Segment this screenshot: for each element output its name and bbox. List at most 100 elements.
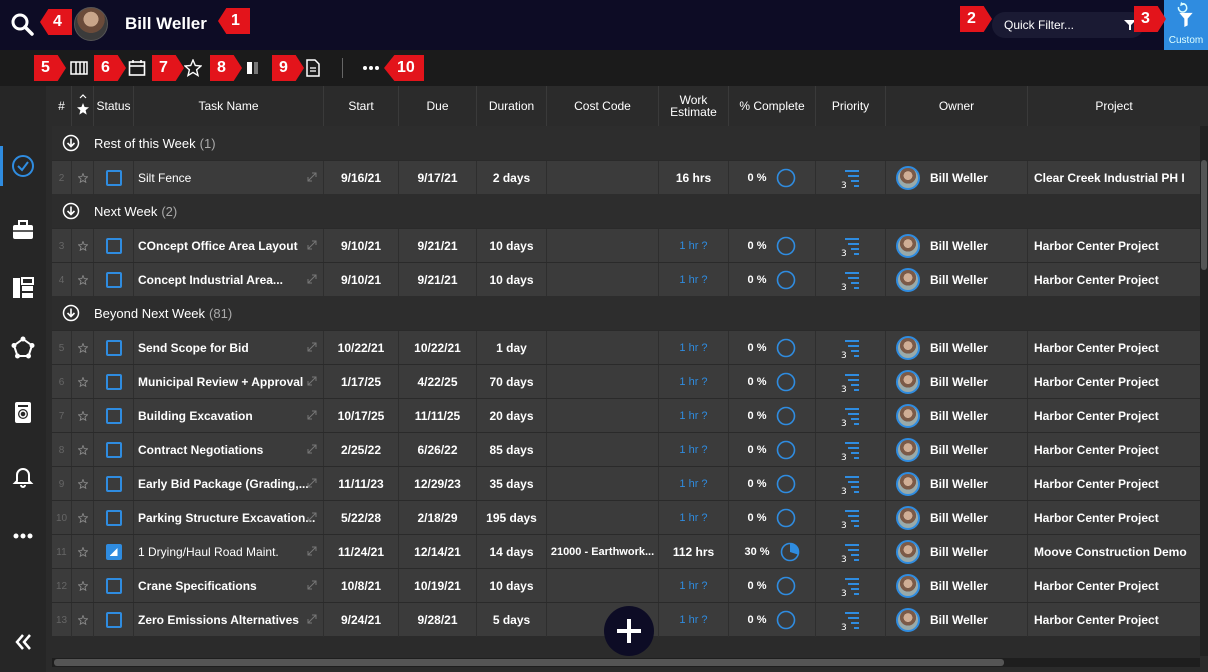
status-checkbox-cell[interactable] bbox=[94, 603, 134, 637]
group-header[interactable]: Rest of this Week (1) bbox=[52, 126, 1200, 160]
task-name-cell[interactable]: Concept Industrial Area... bbox=[134, 263, 324, 297]
star-icon[interactable] bbox=[77, 411, 88, 421]
task-name[interactable]: Crane Specifications bbox=[138, 579, 257, 593]
work-estimate[interactable]: 1 hr ? bbox=[659, 365, 729, 399]
star-icon[interactable] bbox=[184, 59, 202, 77]
work-estimate[interactable]: 1 hr ? bbox=[659, 467, 729, 501]
expand-icon[interactable] bbox=[307, 342, 317, 352]
task-name-cell[interactable]: Send Scope for Bid bbox=[134, 331, 324, 365]
row-star[interactable] bbox=[72, 535, 94, 569]
duration[interactable]: 20 days bbox=[477, 399, 547, 433]
group-header[interactable]: Beyond Next Week (81) bbox=[52, 296, 1200, 330]
rail-item-tasks[interactable] bbox=[0, 146, 46, 186]
calendar-icon[interactable] bbox=[128, 59, 146, 77]
pct-complete-cell[interactable]: 0 % bbox=[729, 229, 816, 263]
task-name[interactable]: Parking Structure Excavation... bbox=[138, 511, 315, 525]
cost-code[interactable] bbox=[547, 365, 659, 399]
task-name[interactable]: Contract Negotiations bbox=[138, 443, 263, 457]
table-row[interactable]: 6 Municipal Review + Approval 1/17/25 4/22/… bbox=[52, 364, 1200, 399]
work-estimate[interactable]: 1 hr ? bbox=[659, 263, 729, 297]
task-name[interactable]: Early Bid Package (Grading,... bbox=[138, 477, 309, 491]
start-date[interactable]: 9/10/21 bbox=[324, 229, 399, 263]
task-name-cell[interactable]: Contract Negotiations bbox=[134, 433, 324, 467]
rail-item-timer[interactable] bbox=[0, 392, 46, 432]
task-name[interactable]: 1 Drying/Haul Road Maint. bbox=[138, 545, 279, 559]
duration[interactable]: 14 days bbox=[477, 535, 547, 569]
owner-avatar[interactable] bbox=[896, 540, 920, 564]
expand-icon[interactable] bbox=[307, 614, 317, 624]
duration[interactable]: 70 days bbox=[477, 365, 547, 399]
priority-cell[interactable]: 3 bbox=[816, 433, 886, 467]
due-date[interactable]: 10/19/21 bbox=[399, 569, 477, 603]
star-icon[interactable] bbox=[77, 377, 88, 387]
status-checkbox-cell[interactable] bbox=[94, 365, 134, 399]
col-task-name[interactable]: Task Name bbox=[134, 86, 324, 126]
star-icon[interactable] bbox=[77, 547, 88, 557]
priority-cell[interactable]: 3 bbox=[816, 229, 886, 263]
priority-icon[interactable]: 3 bbox=[840, 507, 862, 529]
status-checkbox[interactable] bbox=[105, 578, 122, 594]
project-name[interactable]: Harbor Center Project bbox=[1028, 603, 1200, 637]
col-duration[interactable]: Duration bbox=[477, 86, 547, 126]
star-icon[interactable] bbox=[77, 275, 88, 285]
pct-complete-cell[interactable]: 0 % bbox=[729, 569, 816, 603]
expand-icon[interactable] bbox=[307, 376, 317, 386]
priority-cell[interactable]: 3 bbox=[816, 263, 886, 297]
task-name-cell[interactable]: 1 Drying/Haul Road Maint. bbox=[134, 535, 324, 569]
expand-icon[interactable] bbox=[307, 274, 317, 284]
duration[interactable]: 10 days bbox=[477, 229, 547, 263]
project-name[interactable]: Clear Creek Industrial PH I bbox=[1028, 161, 1200, 195]
expand-icon[interactable] bbox=[307, 546, 317, 556]
work-estimate[interactable]: 112 hrs bbox=[659, 535, 729, 569]
start-date[interactable]: 9/24/21 bbox=[324, 603, 399, 637]
cost-code[interactable] bbox=[547, 161, 659, 195]
work-estimate[interactable]: 1 hr ? bbox=[659, 399, 729, 433]
scroll-thumb[interactable] bbox=[1201, 160, 1207, 270]
task-name-cell[interactable]: Building Excavation bbox=[134, 399, 324, 433]
work-estimate[interactable]: 1 hr ? bbox=[659, 569, 729, 603]
priority-icon[interactable]: 3 bbox=[840, 235, 862, 257]
priority-icon[interactable]: 3 bbox=[840, 609, 862, 631]
priority-cell[interactable]: 3 bbox=[816, 399, 886, 433]
cost-code[interactable] bbox=[547, 263, 659, 297]
rail-item-network[interactable] bbox=[0, 328, 46, 368]
search-icon[interactable] bbox=[10, 11, 34, 37]
expand-icon[interactable] bbox=[307, 580, 317, 590]
work-estimate[interactable]: 1 hr ? bbox=[659, 229, 729, 263]
table-row[interactable]: 2 Silt Fence 9/16/21 9/17/21 2 days 16 hrs 0 %… bbox=[52, 160, 1200, 195]
priority-icon[interactable]: 3 bbox=[840, 269, 862, 291]
owner-avatar[interactable] bbox=[896, 234, 920, 258]
due-date[interactable]: 12/14/21 bbox=[399, 535, 477, 569]
start-date[interactable]: 11/24/21 bbox=[324, 535, 399, 569]
status-checkbox-cell[interactable] bbox=[94, 535, 134, 569]
star-icon[interactable] bbox=[77, 479, 88, 489]
owner-avatar[interactable] bbox=[896, 608, 920, 632]
cost-code[interactable] bbox=[547, 229, 659, 263]
project-name[interactable]: Harbor Center Project bbox=[1028, 229, 1200, 263]
owner-avatar[interactable] bbox=[896, 404, 920, 428]
owner-avatar[interactable] bbox=[896, 438, 920, 462]
owner-cell[interactable]: Bill Weller bbox=[886, 433, 1028, 467]
col-owner[interactable]: Owner bbox=[886, 86, 1028, 126]
status-checkbox[interactable] bbox=[105, 374, 122, 390]
duration[interactable]: 10 days bbox=[477, 569, 547, 603]
pct-complete-cell[interactable]: 0 % bbox=[729, 331, 816, 365]
project-name[interactable]: Harbor Center Project bbox=[1028, 501, 1200, 535]
pct-complete-cell[interactable]: 0 % bbox=[729, 399, 816, 433]
owner-cell[interactable]: Bill Weller bbox=[886, 331, 1028, 365]
priority-icon[interactable]: 3 bbox=[840, 371, 862, 393]
status-checkbox[interactable] bbox=[105, 238, 122, 254]
status-checkbox[interactable] bbox=[105, 442, 122, 458]
priority-cell[interactable]: 3 bbox=[816, 161, 886, 195]
start-date[interactable]: 11/11/23 bbox=[324, 467, 399, 501]
table-row[interactable]: 11 1 Drying/Haul Road Maint. 11/24/21 12/14… bbox=[52, 534, 1200, 569]
star-icon[interactable] bbox=[77, 173, 88, 183]
col-cost-code[interactable]: Cost Code bbox=[547, 86, 659, 126]
quick-filter[interactable] bbox=[992, 12, 1144, 38]
duration[interactable]: 5 days bbox=[477, 603, 547, 637]
status-checkbox[interactable] bbox=[105, 340, 122, 356]
quick-filter-input[interactable] bbox=[1004, 16, 1114, 34]
priority-cell[interactable]: 3 bbox=[816, 331, 886, 365]
status-checkbox[interactable] bbox=[105, 476, 122, 492]
task-name[interactable]: Send Scope for Bid bbox=[138, 341, 249, 355]
